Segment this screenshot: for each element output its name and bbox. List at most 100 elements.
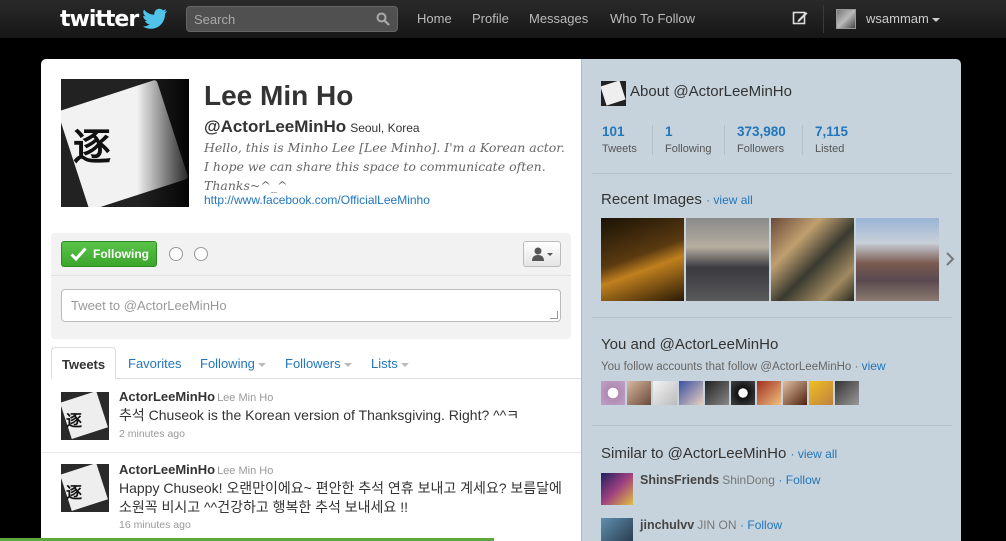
tweet-avatar[interactable]: 逐 xyxy=(61,464,109,512)
tab-favorites-label[interactable]: Favorites xyxy=(128,356,181,371)
tweet-item[interactable]: 逐 ActorLeeMinHo Lee Min Ho Happy Chuseok!… xyxy=(41,453,581,541)
sidebar-divider xyxy=(592,173,952,174)
profile-avatar[interactable]: 逐 xyxy=(61,79,189,207)
compose-tweet-icon[interactable] xyxy=(792,10,808,26)
chevron-right-icon[interactable] xyxy=(945,252,955,266)
mutual-follower-avatar[interactable] xyxy=(809,381,833,405)
recent-image-thumb[interactable] xyxy=(601,218,684,301)
stat-following-label[interactable]: Following xyxy=(665,143,711,155)
search-input[interactable] xyxy=(187,7,367,31)
tweet-timestamp[interactable]: 16 minutes ago xyxy=(119,519,191,531)
sidebar-divider xyxy=(592,317,952,318)
tweet-username[interactable]: ActorLeeMinHo xyxy=(119,462,215,477)
current-username[interactable]: wsammam xyxy=(866,11,929,26)
tweet-username[interactable]: ActorLeeMinHo xyxy=(119,389,215,404)
tab-following-label[interactable]: Following xyxy=(200,356,255,371)
tab-favorites[interactable]: Favorites xyxy=(128,347,181,379)
you-and-title: You and @ActorLeeMinHo xyxy=(601,336,779,353)
nav-home-label[interactable]: Home xyxy=(417,11,452,26)
about-title: About @ActorLeeMinHo xyxy=(630,83,792,100)
follow-label[interactable]: Follow xyxy=(747,518,782,532)
person-icon xyxy=(532,247,553,261)
nav-messages-label[interactable]: Messages xyxy=(529,11,588,26)
tab-followers-label[interactable]: Followers xyxy=(285,356,341,371)
mutual-follower-avatar[interactable] xyxy=(835,381,859,405)
mutual-follower-avatar[interactable] xyxy=(653,381,677,405)
current-user-avatar[interactable] xyxy=(836,9,856,29)
device-notifications-icon[interactable] xyxy=(169,247,183,261)
similar-follow-link[interactable]: · Follow xyxy=(740,518,782,532)
recent-image-thumb[interactable] xyxy=(771,218,854,301)
nav-home[interactable]: Home xyxy=(417,11,452,26)
tweet-timestamp[interactable]: 2 minutes ago xyxy=(119,428,185,440)
twitter-logo[interactable]: twitter xyxy=(60,7,139,32)
search-icon[interactable] xyxy=(376,12,390,26)
tweet-to-user-input[interactable] xyxy=(62,290,542,321)
about-avatar[interactable] xyxy=(601,81,626,106)
nav-messages[interactable]: Messages xyxy=(529,11,588,26)
twitter-bird-icon[interactable] xyxy=(143,6,169,30)
chevron-down-icon[interactable] xyxy=(400,362,409,367)
similar-username[interactable]: jinchulvv xyxy=(640,518,694,532)
stat-listed-label[interactable]: Listed xyxy=(815,143,848,155)
tweet-author[interactable]: ActorLeeMinHo Lee Min Ho xyxy=(119,389,273,404)
stat-followers-count[interactable]: 373,980 xyxy=(737,124,786,139)
tweet-to-user-box[interactable] xyxy=(61,289,561,322)
mutual-follower-avatar[interactable] xyxy=(705,381,729,405)
similar-user-avatar[interactable] xyxy=(601,473,633,505)
similar-user-avatar[interactable] xyxy=(601,518,633,541)
nav-profile[interactable]: Profile xyxy=(472,11,509,26)
avatar-glyph: 逐 xyxy=(73,124,112,169)
nav-who-to-follow-label[interactable]: Who To Follow xyxy=(610,11,695,26)
tab-lists-label[interactable]: Lists xyxy=(371,356,398,371)
profile-url-link[interactable]: http://www.facebook.com/OfficialLeeMinho xyxy=(204,193,430,207)
search-box[interactable] xyxy=(186,6,398,32)
mutual-follower-avatar[interactable] xyxy=(783,381,807,405)
following-button[interactable]: Following xyxy=(61,241,157,267)
similar-username[interactable]: ShinsFriends xyxy=(640,473,719,487)
mutual-follower-avatar[interactable] xyxy=(757,381,781,405)
nav-who-to-follow[interactable]: Who To Follow xyxy=(610,11,695,26)
view-all-label[interactable]: view all xyxy=(713,193,752,207)
stat-listed[interactable]: 7,115 Listed xyxy=(815,124,848,158)
tab-following[interactable]: Following xyxy=(200,347,266,379)
stat-following-count[interactable]: 1 xyxy=(665,124,711,139)
mutual-follower-avatar[interactable] xyxy=(679,381,703,405)
retweets-toggle-icon[interactable] xyxy=(194,247,208,261)
stat-followers[interactable]: 373,980 Followers xyxy=(737,124,786,158)
user-actions-dropdown-button[interactable] xyxy=(523,241,561,267)
mutual-follower-avatar[interactable] xyxy=(601,381,625,405)
chevron-down-icon[interactable] xyxy=(343,362,352,367)
recent-images-view-all-link[interactable]: · view all xyxy=(706,193,753,207)
similar-view-all-link[interactable]: · view all xyxy=(790,447,837,461)
mutual-follower-avatar[interactable] xyxy=(627,381,651,405)
chevron-down-icon[interactable] xyxy=(257,362,266,367)
stat-listed-count[interactable]: 7,115 xyxy=(815,124,848,139)
tab-lists[interactable]: Lists xyxy=(371,347,409,379)
you-follow-view-link[interactable]: view xyxy=(862,359,886,373)
view-all-label[interactable]: view all xyxy=(798,447,837,461)
tweet-author[interactable]: ActorLeeMinHo Lee Min Ho xyxy=(119,462,273,477)
chevron-down-icon[interactable] xyxy=(931,17,940,22)
tab-tweets[interactable]: Tweets xyxy=(51,347,117,379)
stat-following[interactable]: 1 Following xyxy=(665,124,711,158)
mutual-follower-avatar[interactable] xyxy=(731,381,755,405)
profile-main-panel: 逐 Lee Min Ho @ActorLeeMinHo Seoul, Korea … xyxy=(41,59,581,541)
resize-handle-icon[interactable] xyxy=(550,311,558,319)
similar-fullname: ShinDong xyxy=(722,473,775,487)
stat-tweets-count[interactable]: 101 xyxy=(602,124,637,139)
tweet-avatar[interactable]: 逐 xyxy=(61,392,109,440)
follow-label[interactable]: Follow xyxy=(786,473,821,487)
nav-profile-label[interactable]: Profile xyxy=(472,11,509,26)
recent-image-thumb[interactable] xyxy=(686,218,769,301)
stat-tweets[interactable]: 101 Tweets xyxy=(602,124,637,158)
account-menu[interactable]: wsammam xyxy=(866,11,940,26)
similar-follow-link[interactable]: · Follow xyxy=(778,473,820,487)
stat-followers-label[interactable]: Followers xyxy=(737,143,786,155)
recent-image-thumb[interactable] xyxy=(856,218,939,301)
tweet-item[interactable]: 逐 ActorLeeMinHo Lee Min Ho 추석 Chuseok is … xyxy=(41,379,581,453)
top-navigation-bar: twitter Home Profile Messages Who To Fol… xyxy=(0,0,1006,39)
tab-followers[interactable]: Followers xyxy=(285,347,352,379)
stat-tweets-label[interactable]: Tweets xyxy=(602,143,637,155)
tab-tweets-label[interactable]: Tweets xyxy=(62,357,105,372)
